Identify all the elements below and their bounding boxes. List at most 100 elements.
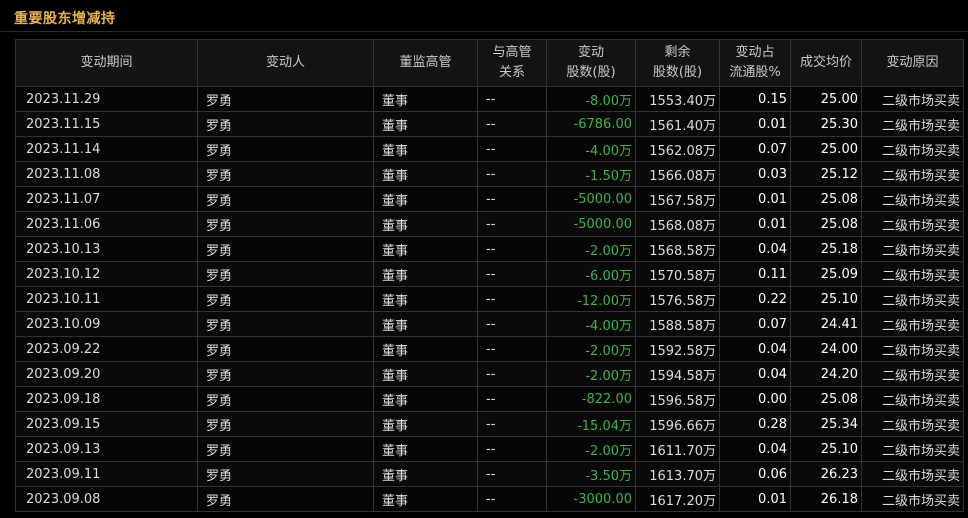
cell-reason: 二级市场买卖 bbox=[861, 411, 964, 437]
header-remaining-shares[interactable]: 剩余 股数(股) bbox=[635, 39, 720, 87]
cell-avg-price: 25.00 bbox=[790, 136, 862, 162]
cell-date: 2023.11.29 bbox=[15, 86, 198, 112]
cell-relation: -- bbox=[477, 461, 547, 487]
header-label: 剩余 bbox=[664, 45, 691, 60]
cell-change-shares: -5000.00 bbox=[546, 186, 636, 212]
cell-float-ratio: 0.07 bbox=[719, 136, 791, 162]
header-label: 变动期间 bbox=[80, 55, 133, 70]
cell-person: 罗勇 bbox=[197, 186, 374, 212]
cell-relation: -- bbox=[477, 361, 547, 387]
table-row[interactable]: 2023.09.22 罗勇 董事 -- -2.00万 1592.58万 0.04 24.00 二… bbox=[15, 336, 964, 362]
cell-date: 2023.09.20 bbox=[15, 361, 198, 387]
cell-avg-price: 25.12 bbox=[790, 161, 862, 187]
table-row[interactable]: 2023.11.15 罗勇 董事 -- -6786.00 1561.40万 0.01 25.3… bbox=[15, 111, 964, 137]
cell-float-ratio: 0.01 bbox=[719, 211, 791, 237]
cell-float-ratio: 0.04 bbox=[719, 361, 791, 387]
cell-remaining-shares: 1613.70万 bbox=[635, 461, 720, 487]
cell-role: 董事 bbox=[373, 86, 478, 112]
cell-role: 董事 bbox=[373, 411, 478, 437]
header-label: 变动原因 bbox=[886, 55, 939, 70]
cell-float-ratio: 0.04 bbox=[719, 436, 791, 462]
header-float-ratio[interactable]: 变动占 流通股% bbox=[719, 39, 791, 87]
table-row[interactable]: 2023.09.15 罗勇 董事 -- -15.04万 1596.66万 0.28 25.34… bbox=[15, 411, 964, 437]
table-row[interactable]: 2023.10.12 罗勇 董事 -- -6.00万 1570.58万 0.11 25.09 二… bbox=[15, 261, 964, 287]
cell-reason: 二级市场买卖 bbox=[861, 361, 964, 387]
table-row[interactable]: 2023.09.08 罗勇 董事 -- -3000.00 1617.20万 0.01 26.1… bbox=[15, 486, 964, 512]
cell-remaining-shares: 1611.70万 bbox=[635, 436, 720, 462]
cell-relation: -- bbox=[477, 486, 547, 512]
cell-reason: 二级市场买卖 bbox=[861, 386, 964, 412]
table-row[interactable]: 2023.10.09 罗勇 董事 -- -4.00万 1588.58万 0.07 24.41 二… bbox=[15, 311, 964, 337]
header-person[interactable]: 变动人 bbox=[197, 39, 374, 87]
table-row[interactable]: 2023.09.18 罗勇 董事 -- -822.00 1596.58万 0.00 25.08… bbox=[15, 386, 964, 412]
header-change-shares[interactable]: 变动 股数(股) bbox=[546, 39, 636, 87]
cell-person: 罗勇 bbox=[197, 361, 374, 387]
cell-person: 罗勇 bbox=[197, 486, 374, 512]
cell-date: 2023.11.06 bbox=[15, 211, 198, 237]
cell-relation: -- bbox=[477, 261, 547, 287]
cell-reason: 二级市场买卖 bbox=[861, 186, 964, 212]
table-row[interactable]: 2023.10.11 罗勇 董事 -- -12.00万 1576.58万 0.22 25.10… bbox=[15, 286, 964, 312]
cell-role: 董事 bbox=[373, 161, 478, 187]
cell-reason: 二级市场买卖 bbox=[861, 436, 964, 462]
header-reason[interactable]: 变动原因 bbox=[861, 39, 964, 87]
header-label: 变动 bbox=[577, 45, 604, 60]
cell-date: 2023.09.15 bbox=[15, 411, 198, 437]
cell-change-shares: -6786.00 bbox=[546, 111, 636, 137]
header-relation[interactable]: 与高管 关系 bbox=[477, 39, 547, 87]
header-period[interactable]: 变动期间 bbox=[15, 39, 198, 87]
cell-date: 2023.11.15 bbox=[15, 111, 198, 137]
cell-date: 2023.09.22 bbox=[15, 336, 198, 362]
cell-remaining-shares: 1568.08万 bbox=[635, 211, 720, 237]
cell-role: 董事 bbox=[373, 286, 478, 312]
header-label: 董监高管 bbox=[399, 55, 452, 70]
cell-date: 2023.11.07 bbox=[15, 186, 198, 212]
table-row[interactable]: 2023.10.13 罗勇 董事 -- -2.00万 1568.58万 0.04 25.18 二… bbox=[15, 236, 964, 262]
table-row[interactable]: 2023.09.11 罗勇 董事 -- -3.50万 1613.70万 0.06 26.23 二… bbox=[15, 461, 964, 487]
table-row[interactable]: 2023.09.20 罗勇 董事 -- -2.00万 1594.58万 0.04 24.20 二… bbox=[15, 361, 964, 387]
table-row[interactable]: 2023.11.06 罗勇 董事 -- -5000.00 1568.08万 0.01 25.0… bbox=[15, 211, 964, 237]
cell-float-ratio: 0.22 bbox=[719, 286, 791, 312]
cell-role: 董事 bbox=[373, 261, 478, 287]
cell-avg-price: 25.09 bbox=[790, 261, 862, 287]
cell-date: 2023.10.12 bbox=[15, 261, 198, 287]
cell-role: 董事 bbox=[373, 361, 478, 387]
cell-date: 2023.11.08 bbox=[15, 161, 198, 187]
cell-person: 罗勇 bbox=[197, 161, 374, 187]
cell-remaining-shares: 1561.40万 bbox=[635, 111, 720, 137]
cell-date: 2023.09.08 bbox=[15, 486, 198, 512]
cell-reason: 二级市场买卖 bbox=[861, 111, 964, 137]
table-row[interactable]: 2023.11.07 罗勇 董事 -- -5000.00 1567.58万 0.01 25.0… bbox=[15, 186, 964, 212]
cell-remaining-shares: 1553.40万 bbox=[635, 86, 720, 112]
cell-change-shares: -2.00万 bbox=[546, 361, 636, 387]
header-label-line2: 关系 bbox=[498, 65, 525, 80]
cell-remaining-shares: 1567.58万 bbox=[635, 186, 720, 212]
cell-relation: -- bbox=[477, 86, 547, 112]
cell-role: 董事 bbox=[373, 186, 478, 212]
cell-relation: -- bbox=[477, 436, 547, 462]
cell-role: 董事 bbox=[373, 486, 478, 512]
cell-date: 2023.10.11 bbox=[15, 286, 198, 312]
cell-reason: 二级市场买卖 bbox=[861, 286, 964, 312]
cell-person: 罗勇 bbox=[197, 261, 374, 287]
table-row[interactable]: 2023.11.08 罗勇 董事 -- -1.50万 1566.08万 0.03 25.12 二… bbox=[15, 161, 964, 187]
cell-remaining-shares: 1570.58万 bbox=[635, 261, 720, 287]
cell-role: 董事 bbox=[373, 136, 478, 162]
table-row[interactable]: 2023.09.13 罗勇 董事 -- -2.00万 1611.70万 0.04 25.10 二… bbox=[15, 436, 964, 462]
shareholder-change-table: 变动期间 变动人 董监高管 与高管 关系 变动 股数(股) 剩余 股数(股) 变动占 流通股% 成交均… bbox=[15, 39, 964, 512]
cell-role: 董事 bbox=[373, 111, 478, 137]
cell-avg-price: 24.20 bbox=[790, 361, 862, 387]
table-row[interactable]: 2023.11.14 罗勇 董事 -- -4.00万 1562.08万 0.07 25.00 二… bbox=[15, 136, 964, 162]
cell-date: 2023.09.18 bbox=[15, 386, 198, 412]
header-label: 与高管 bbox=[492, 45, 532, 60]
cell-float-ratio: 0.28 bbox=[719, 411, 791, 437]
cell-role: 董事 bbox=[373, 436, 478, 462]
table-row[interactable]: 2023.11.29 罗勇 董事 -- -8.00万 1553.40万 0.15 25.00 二… bbox=[15, 86, 964, 112]
cell-date: 2023.10.09 bbox=[15, 311, 198, 337]
cell-avg-price: 24.00 bbox=[790, 336, 862, 362]
cell-relation: -- bbox=[477, 311, 547, 337]
header-role[interactable]: 董监高管 bbox=[373, 39, 478, 87]
cell-change-shares: -2.00万 bbox=[546, 336, 636, 362]
cell-person: 罗勇 bbox=[197, 136, 374, 162]
header-avg-price[interactable]: 成交均价 bbox=[790, 39, 862, 87]
